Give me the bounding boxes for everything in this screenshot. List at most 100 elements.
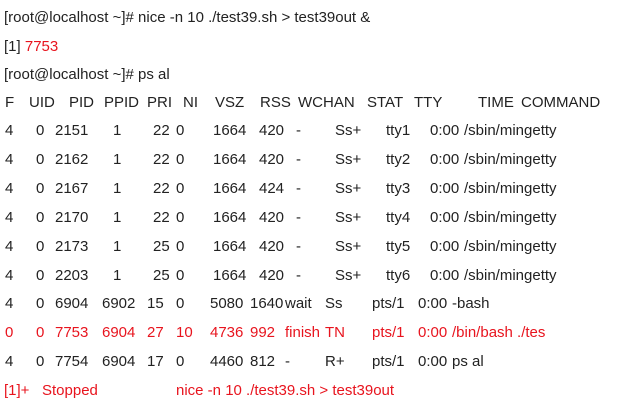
ps-cell-tty: pts/1 (372, 353, 405, 370)
ps-cell-stat: Ss+ (335, 209, 362, 226)
ps-cell-uid: 0 (36, 122, 45, 139)
ps-cell-f: 0 (5, 324, 14, 341)
ps-cell-rss: 424 (259, 180, 285, 197)
command-line-nice: [root@localhost ~]# nice -n 10 ./test39.… (4, 9, 371, 26)
ps-cell-ppid: 1 (113, 267, 122, 284)
job-status-id: [1]+ (4, 382, 30, 399)
ps-cell-time: 0:00 (430, 122, 460, 139)
ps-header-tty: TTY (414, 94, 443, 111)
ps-cell-pri: 25 (153, 267, 170, 284)
ps-cell-pid: 7753 (55, 324, 89, 341)
ps-header-time: TIME (478, 94, 514, 111)
ps-cell-vsz: 4736 (210, 324, 244, 341)
table-row: 4 0 2167 1 22 0 1664 424- Ss+ tty3 0:00/sbin/minge… (0, 179, 633, 199)
ps-cell-command: /sbin/mingetty (464, 180, 557, 197)
ps-cell-tty: tty2 (386, 151, 411, 168)
ps-cell-f: 4 (5, 295, 14, 312)
ps-cell-command: /sbin/mingetty (464, 267, 557, 284)
ps-cell-pid: 2173 (55, 238, 89, 255)
ps-cell-uid: 0 (36, 209, 45, 226)
ps-cell-ppid: 6904 (102, 353, 136, 370)
ps-cell-command: /sbin/mingetty (464, 122, 557, 139)
ps-cell-time: 0:00 (430, 180, 460, 197)
ps-cell-f: 4 (5, 151, 14, 168)
ps-cell-f: 4 (5, 122, 14, 139)
table-row: 4 0 2151 1 22 0 1664 420- Ss+ tty1 0:00/sbin/minge… (0, 121, 633, 141)
ps-cell-pri: 27 (147, 324, 164, 341)
job-pid: 7753 (24, 38, 59, 55)
ps-cell-time: 0:00 (430, 267, 460, 284)
ps-cell-vsz: 1664 (213, 151, 247, 168)
ps-cell-rss: 420 (259, 267, 285, 284)
ps-cell-pri: 15 (147, 295, 164, 312)
ps-cell-ni: 0 (176, 295, 185, 312)
ps-cell-vsz: 1664 (213, 209, 247, 226)
ps-cell-pri: 22 (153, 180, 170, 197)
ps-cell-pid: 7754 (55, 353, 89, 370)
ps-cell-f: 4 (5, 353, 14, 370)
ps-cell-vsz: 1664 (213, 122, 247, 139)
ps-cell-vsz: 1664 (213, 180, 247, 197)
ps-cell-stat: Ss+ (335, 180, 362, 197)
ps-cell-command: /bin/bash ./tes (452, 324, 546, 341)
ps-cell-pid: 2170 (55, 209, 89, 226)
ps-cell-stat: R+ (325, 353, 345, 370)
ps-cell-vsz: 5080 (210, 295, 244, 312)
ps-cell-pri: 22 (153, 209, 170, 226)
ps-cell-command: ps al (452, 353, 484, 370)
ps-cell-ni: 0 (176, 151, 185, 168)
ps-cell-ni: 0 (176, 122, 185, 139)
ps-cell-ppid: 1 (113, 122, 122, 139)
ps-cell-tty: pts/1 (372, 295, 405, 312)
ps-header-ni: NI (183, 94, 198, 111)
ps-cell-uid: 0 (36, 180, 45, 197)
ps-cell-f: 4 (5, 238, 14, 255)
ps-cell-f: 4 (5, 209, 14, 226)
ps-cell-ppid: 1 (113, 180, 122, 197)
ps-cell-wchan: wait (285, 295, 312, 312)
ps-cell-uid: 0 (36, 295, 45, 312)
table-row: 4 0 2173 1 25 0 1664 420- Ss+ tty5 0:00/sbin/minge… (0, 237, 633, 257)
ps-cell-uid: 0 (36, 267, 45, 284)
ps-cell-vsz: 1664 (213, 238, 247, 255)
ps-cell-wchan: - (296, 151, 301, 168)
ps-cell-ni: 0 (176, 238, 185, 255)
ps-cell-command: /sbin/mingetty (464, 209, 557, 226)
ps-cell-wchan: - (296, 267, 301, 284)
ps-cell-pid: 2167 (55, 180, 89, 197)
ps-header-stat: STAT (367, 94, 404, 111)
ps-header-uid: UID (29, 94, 55, 111)
ps-cell-pid: 2162 (55, 151, 89, 168)
ps-cell-rss: 420 (259, 122, 285, 139)
ps-cell-wchan: - (296, 209, 301, 226)
ps-cell-rss: 420 (259, 209, 285, 226)
ps-cell-command: -bash (452, 295, 490, 312)
ps-cell-wchan: - (285, 353, 290, 370)
ps-cell-ppid: 6902 (102, 295, 136, 312)
ps-cell-ni: 0 (176, 353, 185, 370)
ps-cell-pri: 22 (153, 122, 170, 139)
ps-cell-f: 4 (5, 180, 14, 197)
table-row: 0 0 7753 6904 27 10 4736 992 finish TN pts/1 0:00/b… (0, 323, 633, 343)
ps-cell-ppid: 1 (113, 209, 122, 226)
ps-cell-time: 0:00 (430, 238, 460, 255)
ps-header-wchan: WCHAN (298, 94, 355, 111)
ps-cell-rss: 420 (259, 151, 285, 168)
terminal-output: [root@localhost ~]# nice -n 10 ./test39.… (0, 0, 633, 415)
ps-cell-time: 0:00 (418, 324, 448, 341)
ps-cell-vsz: 1664 (213, 267, 247, 284)
ps-cell-command: /sbin/mingetty (464, 238, 557, 255)
ps-header-rss: RSS (260, 94, 291, 111)
table-row: 4 0 2203 1 25 0 1664 420- Ss+ tty6 0:00/sbin/minge… (0, 266, 633, 286)
table-row: 4 0 2162 1 22 0 1664 420- Ss+ tty2 0:00/sbin/minge… (0, 150, 633, 170)
ps-cell-ppid: 6904 (102, 324, 136, 341)
ps-cell-ni: 0 (176, 180, 185, 197)
ps-cell-ni: 0 (176, 209, 185, 226)
job-status-state: Stopped (42, 382, 98, 399)
ps-cell-tty: tty3 (386, 180, 411, 197)
ps-cell-wchan: - (296, 180, 301, 197)
ps-cell-uid: 0 (36, 353, 45, 370)
ps-cell-pri: 25 (153, 238, 170, 255)
job-status-command: nice -n 10 ./test39.sh > test39out (176, 382, 395, 399)
ps-cell-vsz: 4460 (210, 353, 244, 370)
